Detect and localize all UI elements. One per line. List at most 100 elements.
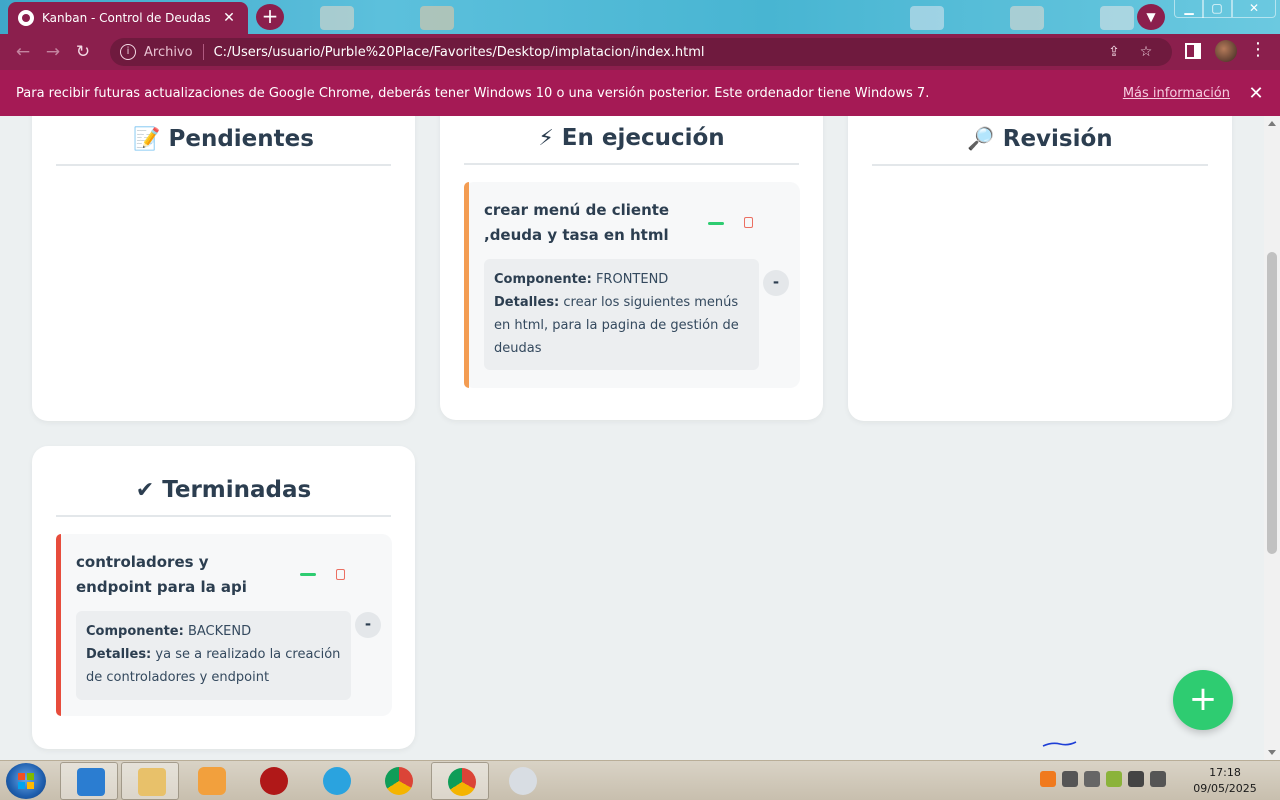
tab-search-icon[interactable]: ▼	[1137, 4, 1165, 30]
scissors-icon	[509, 767, 537, 795]
delete-icon[interactable]	[744, 217, 753, 228]
wallpaper-decoration	[320, 6, 354, 30]
media-player-icon	[198, 767, 226, 795]
tab-favicon-icon	[18, 10, 34, 26]
collapse-toggle-button[interactable]: -	[355, 612, 381, 638]
column-header: ⚡ En ejecución	[464, 116, 799, 165]
wallpaper-decoration	[1010, 6, 1044, 30]
address-separator	[202, 44, 204, 60]
browser-toolbar: ← → ↻ i Archivo C:/Users/usuario/Purble%…	[0, 34, 1280, 70]
details-label: Detalles:	[494, 295, 560, 310]
volume-icon[interactable]	[1062, 771, 1078, 787]
component-label: Componente:	[494, 272, 592, 287]
windows-taskbar: 17:18 09/05/2025	[0, 760, 1280, 800]
game-icon	[260, 767, 288, 795]
component-label: Componente:	[86, 624, 184, 639]
taskbar-app-vscode[interactable]	[60, 762, 118, 800]
tray-app-icon[interactable]	[1040, 771, 1056, 787]
magnifier-icon: 🔎	[967, 126, 995, 152]
edit-icon[interactable]	[708, 222, 724, 225]
address-url[interactable]: C:/Users/usuario/Purble%20Place/Favorite…	[214, 45, 1098, 60]
folder-icon	[138, 768, 166, 796]
bookmark-star-icon[interactable]: ☆	[1130, 44, 1162, 60]
column-header: 📝 Pendientes	[56, 116, 391, 166]
taskbar-app-telegram[interactable]	[307, 762, 365, 800]
minimize-window-button[interactable]: ▁	[1174, 0, 1204, 18]
card-title: crear menú de cliente ,deuda y tasa en h…	[484, 201, 670, 244]
back-arrow-icon[interactable]: ←	[8, 42, 38, 62]
task-card[interactable]: crear menú de cliente ,deuda y tasa en h…	[464, 182, 800, 388]
system-tray	[1040, 771, 1166, 787]
page-scrollbar[interactable]	[1264, 116, 1280, 760]
clock-time: 17:18	[1209, 766, 1241, 779]
edit-icon[interactable]	[300, 573, 316, 576]
reload-icon[interactable]: ↻	[68, 42, 98, 62]
taskbar-app-explorer[interactable]	[121, 762, 179, 800]
card-accent-bar	[464, 182, 469, 388]
lightning-icon: ⚡	[538, 125, 554, 151]
battery-icon[interactable]	[1150, 771, 1166, 787]
infobar-more-info-link[interactable]: Más información	[1123, 86, 1230, 101]
browser-tab[interactable]: Kanban - Control de Deudas ✕	[8, 2, 248, 34]
column-header: 🔎 Revisión	[872, 116, 1208, 166]
component-value: FRONTEND	[595, 272, 669, 287]
column-title: Terminadas	[162, 477, 312, 503]
card-title: controladores y endpoint para la api	[76, 553, 247, 596]
memo-icon: 📝	[133, 126, 161, 152]
taskbar-app-chrome-profile[interactable]	[431, 762, 489, 800]
browser-menu-icon[interactable]: ⋮	[1248, 39, 1268, 61]
action-center-flag-icon[interactable]	[1128, 771, 1144, 787]
add-task-button[interactable]: +	[1173, 670, 1233, 730]
column-terminadas: ✔ Terminadas controladores y endpoint pa…	[32, 446, 415, 749]
card-details: Componente: FRONTEND Detalles: crear los…	[484, 259, 759, 370]
chrome-icon	[385, 767, 413, 795]
new-tab-button[interactable]: +	[256, 4, 284, 30]
column-title: Pendientes	[168, 126, 314, 152]
share-icon[interactable]: ⇪	[1098, 44, 1130, 60]
kanban-board: 📝 Pendientes ⚡ En ejecución crear menú d…	[0, 116, 1264, 760]
tray-app-icon[interactable]	[1106, 771, 1122, 787]
update-infobar: Para recibir futuras actualizaciones de …	[0, 70, 1280, 116]
address-bar[interactable]: i Archivo C:/Users/usuario/Purble%20Plac…	[110, 38, 1172, 66]
tab-close-icon[interactable]: ✕	[220, 10, 238, 26]
taskbar-app-chrome[interactable]	[369, 762, 427, 800]
ink-squiggle	[1042, 741, 1077, 747]
vscode-icon	[77, 768, 105, 796]
network-icon[interactable]	[1084, 771, 1100, 787]
component-value: BACKEND	[187, 624, 252, 639]
taskbar-clock[interactable]: 17:18 09/05/2025	[1190, 765, 1260, 797]
side-panel-icon[interactable]	[1185, 43, 1201, 59]
collapse-toggle-button[interactable]: -	[763, 270, 789, 296]
infobar-close-icon[interactable]: ✕	[1248, 83, 1264, 104]
column-revision: 🔎 Revisión	[848, 116, 1232, 421]
maximize-window-button[interactable]: ▢	[1202, 0, 1232, 18]
close-window-button[interactable]: ✕	[1232, 0, 1276, 18]
column-pendientes: 📝 Pendientes	[32, 116, 415, 421]
tab-title: Kanban - Control de Deudas	[42, 11, 211, 25]
taskbar-app-game[interactable]	[244, 762, 302, 800]
column-title: Revisión	[1002, 126, 1113, 152]
card-accent-bar	[56, 534, 61, 716]
column-title: En ejecución	[561, 125, 725, 151]
check-icon: ✔	[135, 477, 155, 503]
scroll-down-arrow-icon[interactable]	[1268, 750, 1276, 755]
task-card[interactable]: controladores y endpoint para la api Com…	[56, 534, 392, 716]
scrollbar-thumb[interactable]	[1267, 252, 1277, 554]
wallpaper-decoration	[420, 6, 454, 30]
start-button[interactable]	[6, 763, 46, 799]
scroll-up-arrow-icon[interactable]	[1268, 121, 1276, 126]
wallpaper-decoration	[1100, 6, 1134, 30]
taskbar-app-snipping[interactable]	[493, 762, 551, 800]
infobar-message: Para recibir futuras actualizaciones de …	[16, 85, 930, 101]
site-info-icon[interactable]: i	[120, 44, 136, 60]
delete-icon[interactable]	[336, 569, 345, 580]
profile-avatar[interactable]	[1215, 40, 1237, 62]
address-scheme-label: Archivo	[144, 44, 193, 60]
forward-arrow-icon[interactable]: →	[38, 42, 68, 62]
telegram-icon	[323, 767, 351, 795]
details-label: Detalles:	[86, 647, 152, 662]
chrome-icon	[448, 768, 476, 796]
wallpaper-decoration	[910, 6, 944, 30]
card-details: Componente: BACKEND Detalles: ya se a re…	[76, 611, 351, 700]
taskbar-app-media[interactable]	[182, 762, 240, 800]
